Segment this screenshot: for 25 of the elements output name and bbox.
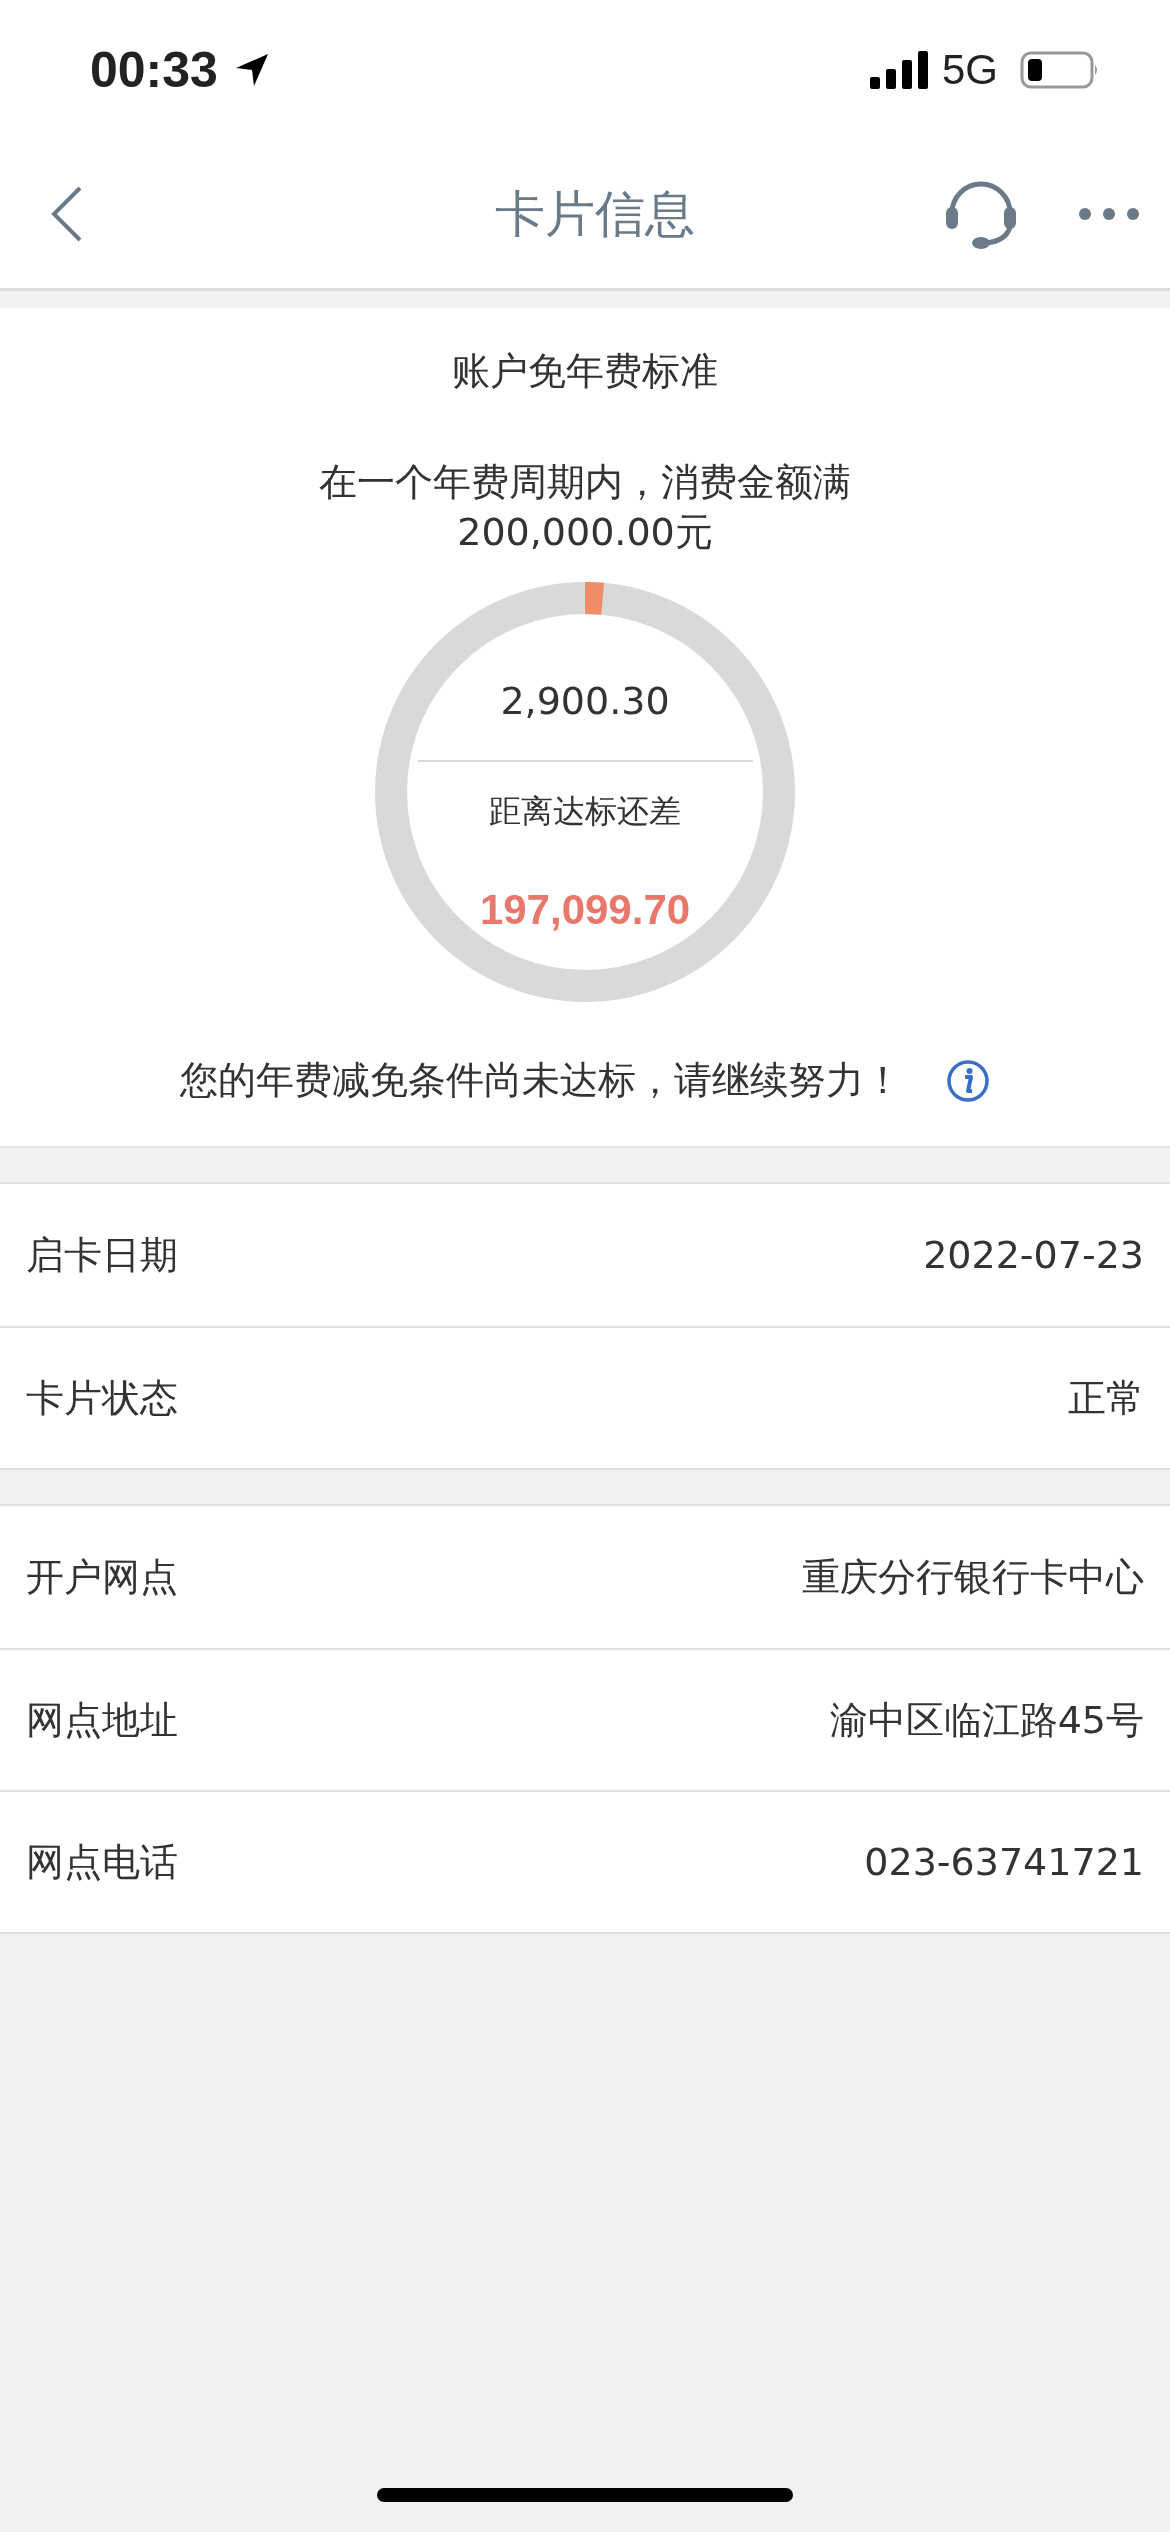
status-time: 00:33	[90, 41, 218, 99]
row-label: 启卡日期	[26, 1231, 178, 1279]
more-icon[interactable]	[1078, 207, 1140, 221]
battery-icon	[1020, 50, 1100, 90]
signal-icon	[869, 51, 928, 89]
gap-amount: 197,099.70	[479, 886, 691, 934]
row-value: 重庆分行银行卡中心	[802, 1553, 1144, 1601]
row-value: 023-63741721	[864, 1840, 1144, 1884]
row-value: 渝中区临江路45号	[829, 1696, 1144, 1744]
status-message: 您的年费减免条件尚未达标，请继续努力！	[180, 1057, 902, 1104]
row-value: 2022-07-23	[923, 1233, 1144, 1277]
info-icon[interactable]	[946, 1058, 990, 1103]
row-label: 网点电话	[26, 1838, 178, 1886]
spent-amount: 2,900.30	[500, 679, 670, 723]
requirement-text: 在一个年费周期内，消费金额满200,000.00元	[318, 459, 852, 556]
row-label: 卡片状态	[26, 1374, 178, 1422]
row-label: 网点地址	[26, 1696, 178, 1744]
page-title: 卡片信息	[495, 183, 695, 245]
row-label: 开户网点	[26, 1553, 178, 1601]
back-icon[interactable]	[50, 185, 84, 243]
row-value: 正常	[1068, 1374, 1144, 1422]
network-label: 5G	[941, 46, 998, 94]
headset-icon[interactable]	[944, 179, 1018, 249]
section-title: 账户免年费标准	[452, 348, 718, 395]
gap-label: 距离达标还差	[489, 791, 681, 832]
